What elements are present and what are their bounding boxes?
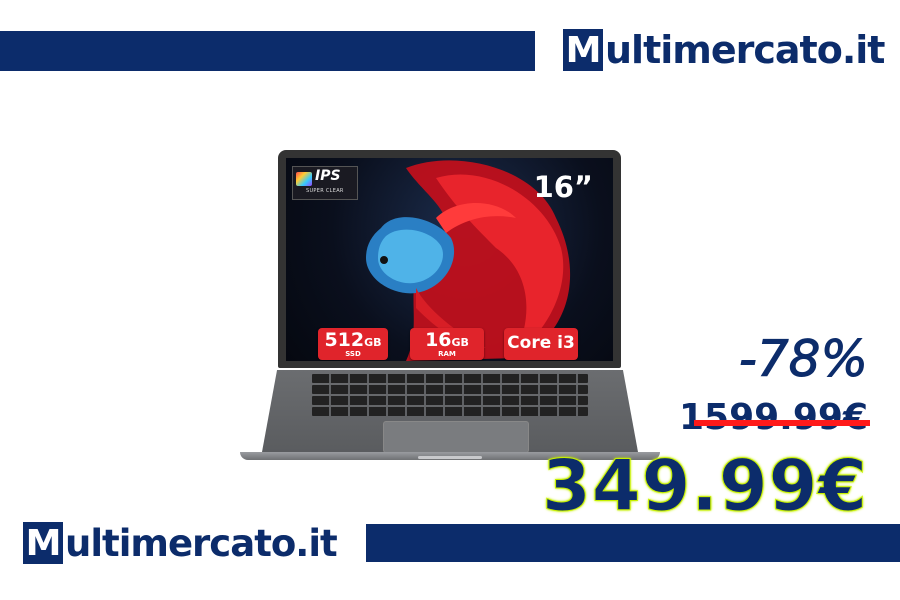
old-price: 1599.99€ xyxy=(678,397,868,438)
logo-text: ultimercato.it xyxy=(605,28,885,72)
laptop-screen: IPS SUPER CLEAR 16” 512GB SSD 16GB RAM C… xyxy=(286,158,613,361)
spec-chip-ram: 16GB RAM xyxy=(410,328,484,360)
keyboard-row xyxy=(312,374,588,383)
laptop-screen-frame: IPS SUPER CLEAR 16” 512GB SSD 16GB RAM C… xyxy=(278,150,621,368)
ips-badge-title: IPS xyxy=(315,168,341,184)
laptop-product-image: IPS SUPER CLEAR 16” 512GB SSD 16GB RAM C… xyxy=(240,148,660,468)
screen-size-label: 16” xyxy=(533,170,593,204)
logo-text: ultimercato.it xyxy=(65,521,338,565)
spec-value: 16 xyxy=(425,329,452,351)
spec-value: Core i3 xyxy=(507,333,575,353)
logo-m-box: M xyxy=(23,522,63,564)
keyboard-row xyxy=(312,385,588,394)
bottom-banner-bar xyxy=(366,524,900,562)
brand-logo-bottom[interactable]: M ultimercato.it xyxy=(23,520,338,566)
discount-percentage: -78% xyxy=(738,330,868,389)
spec-unit: GB xyxy=(451,336,469,349)
spec-chip-ssd: 512GB SSD xyxy=(318,328,388,360)
ips-badge-subtitle: SUPER CLEAR xyxy=(306,188,344,194)
spec-chip-cpu: Core i3 xyxy=(504,328,578,360)
spec-value: 512 xyxy=(324,329,365,351)
spec-sub: RAM xyxy=(438,350,456,358)
keyboard-row xyxy=(312,396,588,405)
spec-unit: GB xyxy=(364,336,382,349)
brand-logo-top[interactable]: M ultimercato.it xyxy=(563,27,885,73)
ips-rainbow-icon xyxy=(296,172,312,186)
touchpad xyxy=(383,421,529,452)
keyboard-deck xyxy=(262,370,638,452)
logo-m-box: M xyxy=(563,29,603,71)
top-banner-bar xyxy=(0,31,535,71)
old-price-strikethrough xyxy=(694,420,870,426)
laptop-notch xyxy=(418,456,482,459)
ips-badge: IPS SUPER CLEAR xyxy=(292,166,358,200)
new-price: 349.99€ xyxy=(542,445,868,528)
keyboard-row xyxy=(312,407,588,416)
spec-sub: SSD xyxy=(345,350,361,358)
